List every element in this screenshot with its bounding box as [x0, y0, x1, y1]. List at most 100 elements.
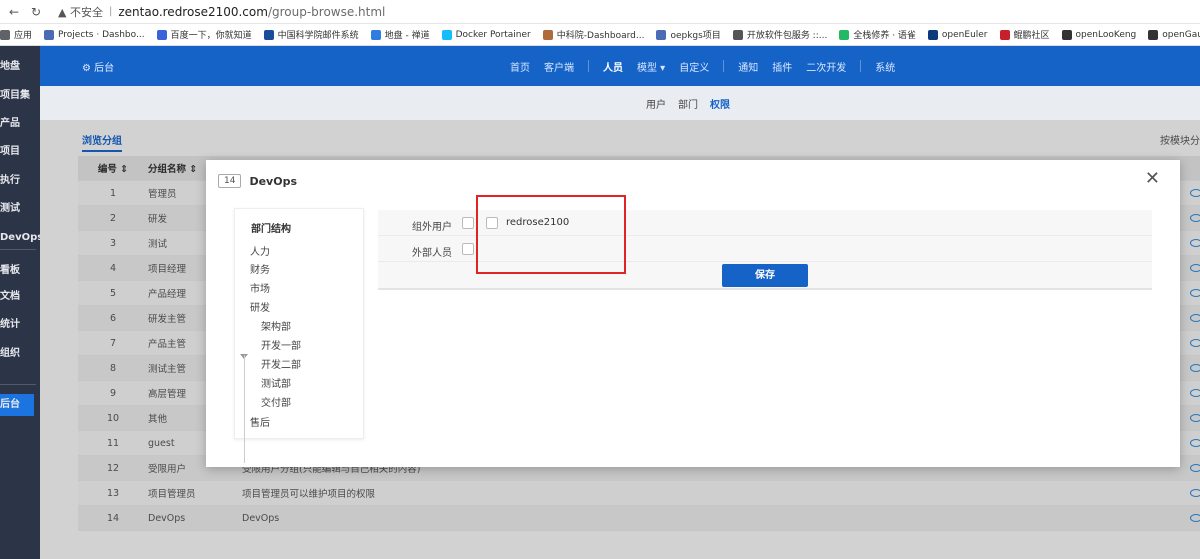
bookmark-label: Docker Portainer: [455, 29, 531, 40]
bookmark-item[interactable]: 中国科学院邮件系统: [263, 28, 359, 41]
sidebar-item[interactable]: 文档: [0, 286, 40, 308]
bookmark-label: 全栈修养 · 语雀: [853, 31, 916, 41]
sidebar-item[interactable]: 产品: [0, 113, 40, 135]
sidebar-item[interactable]: 组织: [0, 343, 40, 365]
sub-nav-item[interactable]: 权限: [710, 96, 730, 111]
nav-divider: [588, 60, 589, 72]
bookmark-favicon-icon: [156, 29, 167, 40]
external-users-select-all[interactable]: [462, 243, 474, 255]
tree-line: [244, 355, 245, 463]
group-id-badge: 14: [218, 174, 242, 188]
bookmark-item[interactable]: Docker Portainer: [441, 29, 531, 40]
bookmark-favicon-icon: [732, 29, 743, 40]
dept-item-child[interactable]: 架构部: [261, 318, 291, 333]
bookmark-item[interactable]: 开放软件包服务 ::...: [732, 28, 828, 41]
bookmark-item[interactable]: Projects · Dashbo...: [44, 29, 145, 40]
top-nav-item[interactable]: 二次开发: [806, 59, 846, 74]
sidebar-item[interactable]: DevOps: [0, 227, 40, 249]
bookmark-label: 开放软件包服务 ::...: [746, 31, 828, 41]
insecure-warning[interactable]: ▲ 不安全: [58, 4, 103, 20]
save-button[interactable]: 保存: [722, 264, 808, 287]
dept-item-child[interactable]: 开发一部: [261, 337, 301, 352]
bookmark-item[interactable]: openLooKeng: [1061, 29, 1137, 40]
bookmark-label: openGauss | ope: [1162, 29, 1200, 40]
external-users-label: 外部人员: [412, 248, 452, 259]
backend-link[interactable]: ⚙ 后台: [82, 59, 114, 74]
sidebar-item[interactable]: 项目集: [0, 85, 40, 107]
sidebar-item[interactable]: 执行: [0, 170, 40, 192]
highlight-annotation: [476, 195, 626, 274]
bookmark-favicon-icon: [370, 29, 381, 40]
bookmark-label: 地盘 - 禅道: [384, 31, 430, 41]
bookmark-favicon-icon: [656, 29, 667, 40]
app-top-bar: ⚙ 后台 首页 客户端 人员 模型 ▾ 自定义 通知 插件 二次开发 系统: [40, 46, 1200, 86]
outside-users-select-all[interactable]: [462, 217, 474, 229]
bookmark-label: oepkgs项目: [670, 31, 721, 41]
bookmark-label: openLooKeng: [1075, 29, 1137, 40]
sidebar-item[interactable]: 后台: [0, 394, 34, 416]
outside-users-label: 组外用户: [412, 222, 452, 233]
sub-nav: 用户 部门 权限: [40, 86, 1200, 120]
top-nav-item[interactable]: 模型 ▾: [637, 59, 665, 74]
bookmark-label: 应用: [14, 31, 33, 41]
bookmark-favicon-icon: [1061, 29, 1072, 40]
dept-item[interactable]: 市场: [250, 280, 270, 295]
top-nav-item[interactable]: 自定义: [679, 59, 709, 74]
bookmark-item[interactable]: openGauss | ope: [1148, 29, 1200, 40]
dept-tree-panel: 部门结构 人力财务市场研发架构部开发一部开发二部测试部交付部售后: [234, 208, 364, 463]
bookmarks-bar: 应用 Projects · Dashbo... 百度一下，你就知道 中国科学院邮件系统…: [0, 24, 1200, 46]
top-nav-item[interactable]: 人员: [603, 59, 623, 74]
sidebar-item[interactable]: 地盘: [0, 56, 40, 78]
group-member-modal: 14 DevOps ✕ 部门结构 人力财务市场研发架构部开发一部开发二部测试部交…: [206, 160, 1180, 467]
bookmark-item[interactable]: 中科院-Dashboard...: [542, 28, 644, 41]
sidebar-item[interactable]: 项目: [0, 141, 40, 163]
sidebar-divider: [0, 249, 36, 250]
nav-divider: [860, 60, 862, 72]
bookmark-item[interactable]: 百度一下，你就知道: [156, 28, 252, 41]
top-nav-item[interactable]: 客户端: [544, 59, 574, 74]
top-nav-item[interactable]: 系统: [875, 59, 895, 74]
top-nav-item[interactable]: 首页: [510, 59, 530, 74]
dept-tree-title: 部门结构: [251, 224, 291, 235]
bookmark-label: openEuler: [941, 29, 988, 40]
dept-item-child[interactable]: 测试部: [261, 375, 291, 390]
bookmark-favicon-icon: [0, 29, 10, 40]
sub-nav-item[interactable]: 用户: [646, 96, 666, 111]
bookmark-item[interactable]: oepkgs项目: [656, 28, 721, 41]
bookmark-item[interactable]: openEuler: [927, 29, 988, 40]
bookmark-favicon-icon: [927, 29, 938, 40]
bookmark-favicon-icon: [839, 29, 850, 40]
bookmark-label: Projects · Dashbo...: [58, 29, 145, 40]
close-icon[interactable]: ✕: [1145, 168, 1160, 189]
bookmark-item[interactable]: 地盘 - 禅道: [370, 28, 430, 41]
main-sidebar: 地盘项目集产品项目执行测试 DevOps 看板文档统计组织后台: [0, 46, 40, 559]
reload-icon[interactable]: ↻: [28, 4, 44, 20]
bookmark-item[interactable]: 鲲鹏社区: [999, 28, 1050, 41]
bookmark-label: 中国科学院邮件系统: [277, 31, 359, 41]
sidebar-item[interactable]: 看板: [0, 260, 40, 282]
bookmark-favicon-icon: [263, 29, 274, 40]
bookmark-item[interactable]: 应用: [0, 28, 32, 41]
sidebar-item[interactable]: 统计: [0, 314, 40, 336]
modal-title: DevOps: [249, 174, 297, 188]
nav-divider: [723, 60, 725, 72]
top-nav: 首页 客户端 人员 模型 ▾ 自定义 通知 插件 二次开发 系统: [510, 46, 909, 86]
bookmark-favicon-icon: [999, 29, 1010, 40]
browser-address-bar: ← ↻ ▲ 不安全 | zentao.redrose2100.com/group…: [0, 0, 1200, 24]
sidebar-item[interactable]: 测试: [0, 198, 40, 220]
url-divider: |: [108, 6, 113, 17]
dept-item[interactable]: 人力: [250, 243, 270, 258]
url-text[interactable]: zentao.redrose2100.com/group-browse.html: [118, 5, 385, 19]
dept-item-child[interactable]: 开发二部: [261, 356, 301, 371]
bookmark-label: 百度一下，你就知道: [170, 31, 252, 41]
sub-nav-item[interactable]: 部门: [678, 96, 698, 111]
dept-item[interactable]: 售后: [250, 414, 270, 429]
dept-item[interactable]: 财务: [250, 261, 270, 276]
back-arrow-icon[interactable]: ←: [6, 4, 22, 20]
dept-item-parent[interactable]: 研发: [250, 299, 270, 314]
dept-item-child[interactable]: 交付部: [261, 394, 291, 409]
bookmark-favicon-icon: [1148, 29, 1159, 40]
top-nav-item[interactable]: 插件: [772, 59, 792, 74]
top-nav-item[interactable]: 通知: [738, 59, 758, 74]
bookmark-item[interactable]: 全栈修养 · 语雀: [839, 28, 916, 41]
